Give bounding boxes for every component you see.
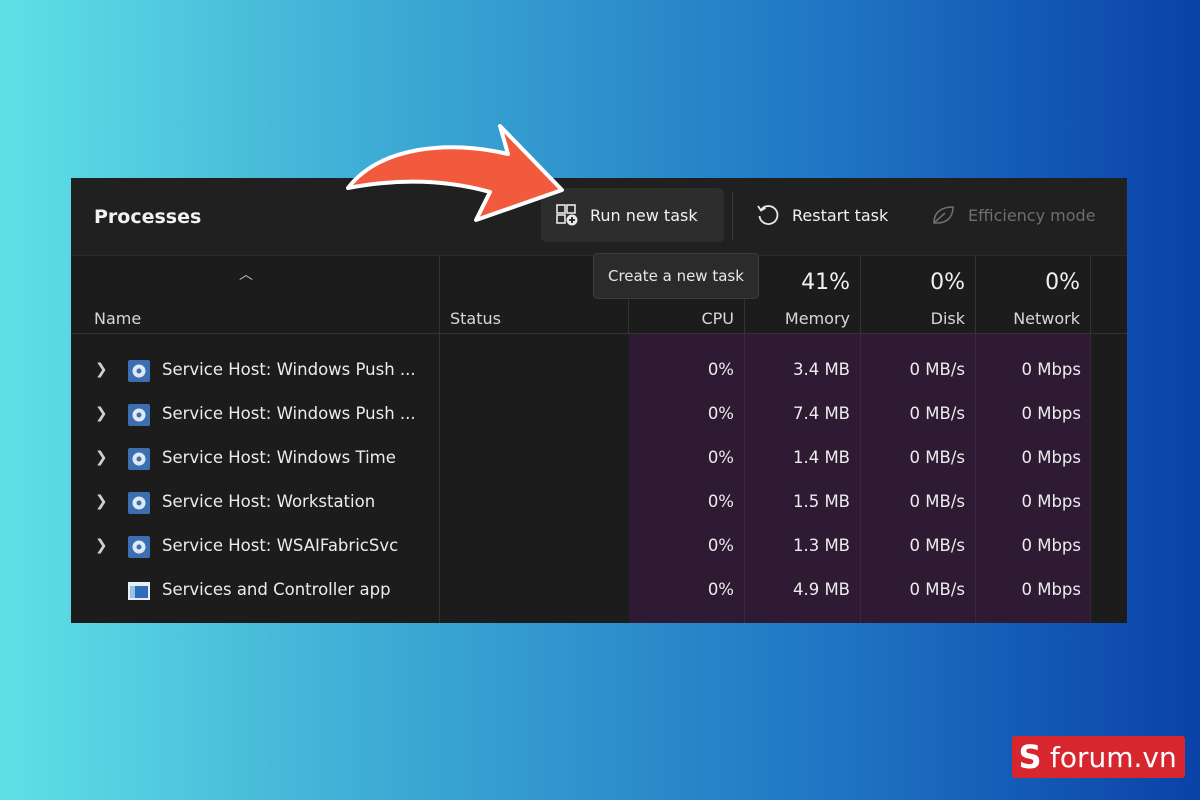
task-manager-panel: Processes Run new task Restart task Effi… [71,178,1127,623]
leaf-icon [933,206,954,224]
gear-icon [128,360,150,382]
pointer-arrow-icon [346,124,564,222]
header-memory[interactable]: 41% Memory [745,256,861,334]
gear-icon [128,536,150,558]
memory-percent: 41% [801,270,850,295]
logo-text: forum.vn [1048,736,1185,778]
toolbar: Processes Run new task Restart task Effi… [71,178,1127,256]
gear-icon [128,404,150,426]
disk-percent: 0% [930,270,965,295]
efficiency-mode-button[interactable]: Efficiency mode [917,188,1110,242]
gear-icon [128,492,150,514]
table-row[interactable]: ❯ Service Host: WSAIFabricSvc 0% 1.3 MB … [71,525,1127,569]
sforum-logo: S forum.vn [1012,736,1185,778]
chevron-right-icon[interactable]: ❯ [95,492,108,510]
gear-icon [128,448,150,470]
header-name[interactable]: Name [71,256,439,334]
chevron-right-icon[interactable]: ❯ [95,448,108,466]
chevron-right-icon[interactable]: ❯ [95,360,108,378]
header-disk[interactable]: 0% Disk [861,256,976,334]
chevron-right-icon[interactable]: ❯ [95,536,108,554]
table-row[interactable]: ❯ Service Host: Windows Push ... 0% 3.4 … [71,349,1127,393]
page-title: Processes [94,206,202,228]
app-window-icon [128,582,150,600]
logo-letter: S [1012,736,1048,778]
restart-task-button[interactable]: Restart task [741,188,902,242]
chevron-right-icon[interactable]: ❯ [95,404,108,422]
table-row[interactable]: ❯ Service Host: Windows Time 0% 1.4 MB 0… [71,437,1127,481]
network-percent: 0% [1045,270,1080,295]
process-list: ❯ Service Host: Windows Push ... 0% 3.4 … [71,334,1127,623]
toolbar-divider [732,192,733,240]
run-new-task-tooltip: Create a new task [593,253,759,299]
restart-task-label: Restart task [792,205,889,225]
efficiency-mode-label: Efficiency mode [968,205,1096,225]
header-network[interactable]: 0% Network [976,256,1091,334]
table-row[interactable]: ❯ Service Host: Workstation 0% 1.5 MB 0 … [71,481,1127,525]
run-new-task-label: Run new task [590,205,698,225]
restart-icon [757,205,779,225]
table-row[interactable]: ❯ Service Host: Windows Push ... 0% 7.4 … [71,393,1127,437]
table-row[interactable]: Services and Controller app 0% 4.9 MB 0 … [71,569,1127,613]
